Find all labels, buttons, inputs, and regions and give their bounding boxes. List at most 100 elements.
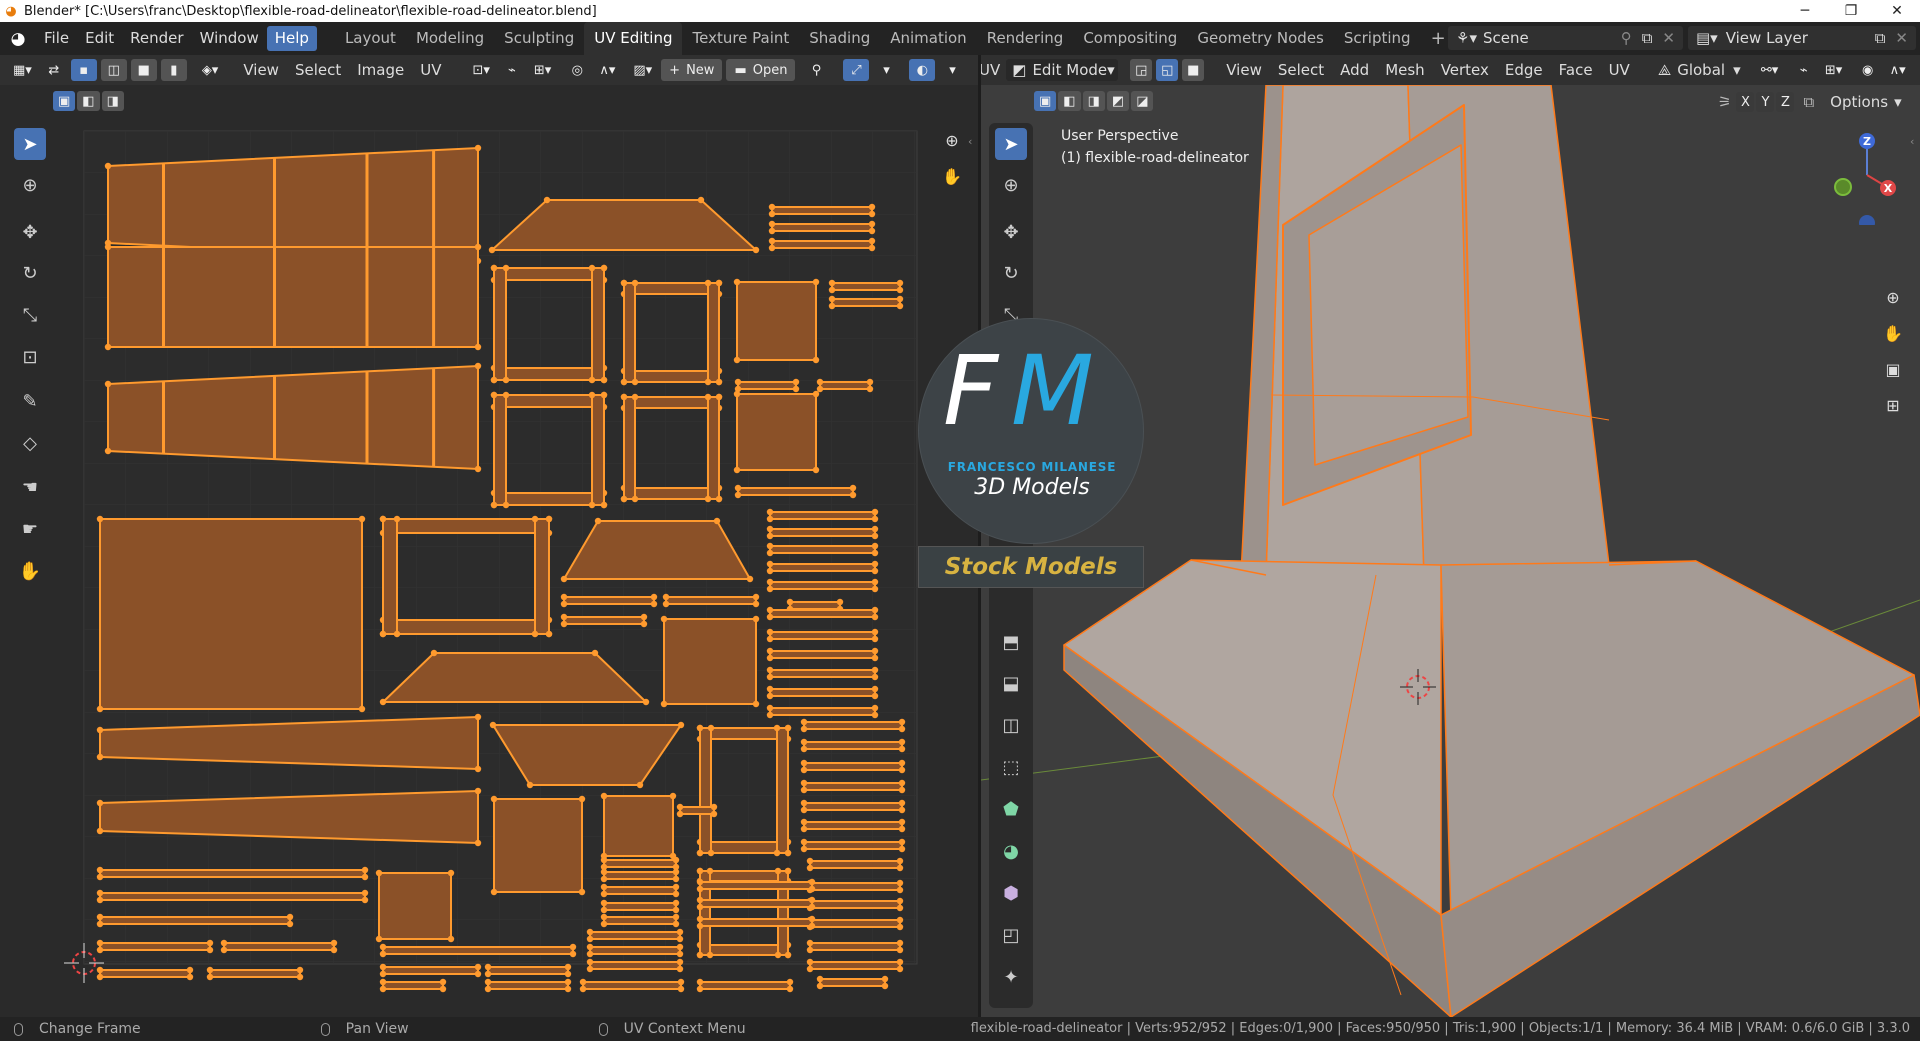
bevel-tool[interactable]: ◫ <box>995 709 1027 741</box>
gizmo-dropdown-icon[interactable]: ▾ <box>873 59 899 81</box>
snap-icon[interactable]: ⌁ <box>499 59 525 81</box>
minimize-button[interactable]: ─ <box>1782 0 1828 22</box>
menu-window[interactable]: Window <box>192 26 267 51</box>
edge-slide-tool[interactable]: ✦ <box>995 961 1027 993</box>
tab-uv-editing[interactable]: UV Editing <box>584 22 683 55</box>
select-box-tool[interactable]: ➤ <box>995 128 1027 160</box>
proportional-edit-icon[interactable]: ◎ <box>564 59 590 81</box>
menu-help[interactable]: Help <box>266 26 317 51</box>
edge-select-icon[interactable]: ◫ <box>100 59 127 81</box>
select-mode-extend-icon[interactable]: ◧ <box>1058 91 1081 111</box>
delete-scene-icon[interactable]: ✕ <box>1662 29 1675 47</box>
proportional-edit-icon[interactable]: ◉ <box>1855 59 1881 81</box>
extrude-tool[interactable]: ⬒ <box>995 626 1027 658</box>
image-browse-icon[interactable]: ▨▾ <box>628 59 657 81</box>
auto-merge-icon[interactable]: ⧉ <box>1803 93 1814 111</box>
mirror-y-button[interactable]: Y <box>1756 92 1775 112</box>
vp-menu-add[interactable]: Add <box>1332 61 1377 79</box>
cursor-tool[interactable]: ⊕ <box>995 169 1027 201</box>
menu-file[interactable]: File <box>36 26 77 51</box>
viewport-scene[interactable] <box>981 55 1920 1017</box>
sidebar-toggle-icon[interactable]: ‹ <box>1910 135 1914 148</box>
close-button[interactable]: ✕ <box>1874 0 1920 22</box>
vertex-mode-icon[interactable]: ◲ <box>1130 59 1153 81</box>
select-mode-subtract-icon[interactable]: ◨ <box>1082 91 1105 111</box>
scene-selector[interactable]: ⚘▾ Scene ⚲ ⧉ ✕ <box>1448 26 1683 50</box>
falloff-icon[interactable]: ∧▾ <box>1885 59 1911 81</box>
menu-edit[interactable]: Edit <box>77 26 122 51</box>
ortho-grid-icon[interactable]: ⊞ <box>1878 390 1908 420</box>
sticky-select-icon[interactable]: ◈▾ <box>197 59 224 81</box>
knife-tool[interactable]: ⬟ <box>995 793 1027 825</box>
3d-viewport[interactable]: UV ◩ Edit Mode ▾ ◲ ◱ ■ View Select Add Mes… <box>981 55 1920 1017</box>
pivot-point-icon[interactable]: ⚯▾ <box>1757 59 1783 81</box>
new-image-button[interactable]: + New <box>661 59 723 81</box>
options-dropdown[interactable]: Options ▾ <box>1824 91 1907 113</box>
uv-menu-select[interactable]: Select <box>287 61 349 79</box>
spin-tool[interactable]: ⬢ <box>995 877 1027 909</box>
uv-menu-uv[interactable]: UV <box>412 61 449 79</box>
edge-mode-icon[interactable]: ◱ <box>1156 59 1179 81</box>
zoom-icon[interactable]: ⊕ <box>1878 282 1908 312</box>
tab-scripting[interactable]: Scripting <box>1334 22 1421 55</box>
tab-texture-paint[interactable]: Texture Paint <box>682 22 799 55</box>
blender-menu-icon[interactable]: ◕ <box>0 29 36 49</box>
tab-shading[interactable]: Shading <box>799 22 880 55</box>
mirror-z-button[interactable]: Z <box>1776 92 1795 112</box>
select-mode-new-icon[interactable]: ▣ <box>1034 91 1057 111</box>
view-layer-selector[interactable]: ▤▾ View Layer ⧉ ✕ <box>1688 26 1916 50</box>
uv-menu-image[interactable]: Image <box>349 61 412 79</box>
tab-layout[interactable]: Layout <box>335 22 406 55</box>
pivot-icon[interactable]: ⊡▾ <box>467 59 494 81</box>
vertex-select-icon[interactable]: ▪ <box>70 59 97 81</box>
camera-icon[interactable]: ▣ <box>1878 354 1908 384</box>
axis-gizmo[interactable]: Z X <box>1833 125 1913 225</box>
vp-menu-view[interactable]: View <box>1218 61 1270 79</box>
island-select-icon[interactable]: ▮ <box>160 59 187 81</box>
overlay-dropdown-icon[interactable]: ▾ <box>939 59 965 81</box>
move-tool[interactable]: ✥ <box>995 216 1027 248</box>
delete-view-layer-icon[interactable]: ✕ <box>1895 29 1908 47</box>
pan-hand-icon[interactable]: ✋ <box>1878 318 1908 348</box>
vp-menu-select[interactable]: Select <box>1270 61 1332 79</box>
select-mode-intersect-icon[interactable]: ◪ <box>1131 91 1154 111</box>
gizmo-toggle-icon[interactable]: ⤢ <box>843 59 870 81</box>
tab-animation[interactable]: Animation <box>880 22 976 55</box>
overlay-toggle-icon[interactable]: ◐ <box>909 59 936 81</box>
uv-menu-view[interactable]: View <box>235 61 287 79</box>
orientation-dropdown[interactable]: ⟁ Global ▾ <box>1652 59 1747 81</box>
uv-canvas[interactable] <box>0 97 978 1017</box>
visibility-icon[interactable]: ◉▾ <box>1917 59 1920 81</box>
face-select-icon[interactable]: ■ <box>130 59 157 81</box>
face-mode-icon[interactable]: ■ <box>1182 59 1205 81</box>
mirror-x-button[interactable]: X <box>1736 92 1755 112</box>
smooth-tool[interactable]: ◰ <box>995 919 1027 951</box>
vp-menu-face[interactable]: Face <box>1551 61 1601 79</box>
tab-compositing[interactable]: Compositing <box>1073 22 1187 55</box>
delineator-mesh[interactable] <box>1063 84 1920 1017</box>
vp-menu-edge[interactable]: Edge <box>1497 61 1551 79</box>
snapping-icon[interactable]: ⌁ <box>1791 59 1817 81</box>
vp-menu-vertex[interactable]: Vertex <box>1433 61 1497 79</box>
falloff-icon[interactable]: ∧▾ <box>594 59 620 81</box>
mode-dropdown[interactable]: ◩ Edit Mode ▾ <box>1006 59 1119 81</box>
editor-type-icon[interactable]: ▦▾ <box>8 59 37 81</box>
poly-build-tool[interactable]: ◕ <box>995 835 1027 867</box>
sync-selection-icon[interactable]: ⇄ <box>41 59 67 81</box>
vp-menu-mesh[interactable]: Mesh <box>1377 61 1433 79</box>
new-view-layer-icon[interactable]: ⧉ <box>1875 29 1886 47</box>
inset-faces-tool[interactable]: ⬓ <box>995 667 1027 699</box>
rotate-tool[interactable]: ↻ <box>995 257 1027 289</box>
maximize-button[interactable]: ❐ <box>1828 0 1874 22</box>
pin-icon[interactable]: ⚲ <box>1621 29 1632 47</box>
tab-rendering[interactable]: Rendering <box>977 22 1074 55</box>
snap-target-icon[interactable]: ⊞▾ <box>529 59 556 81</box>
loop-cut-tool[interactable]: ⬚ <box>995 751 1027 783</box>
snap-element-icon[interactable]: ⊞▾ <box>1821 59 1847 81</box>
axis-y-icon[interactable] <box>1834 178 1852 196</box>
tab-sculpting[interactable]: Sculpting <box>494 22 584 55</box>
tab-geometry-nodes[interactable]: Geometry Nodes <box>1187 22 1334 55</box>
axis-neg-z-icon[interactable] <box>1859 215 1875 225</box>
tab-modeling[interactable]: Modeling <box>406 22 494 55</box>
select-mode-invert-icon[interactable]: ◩ <box>1106 91 1130 111</box>
